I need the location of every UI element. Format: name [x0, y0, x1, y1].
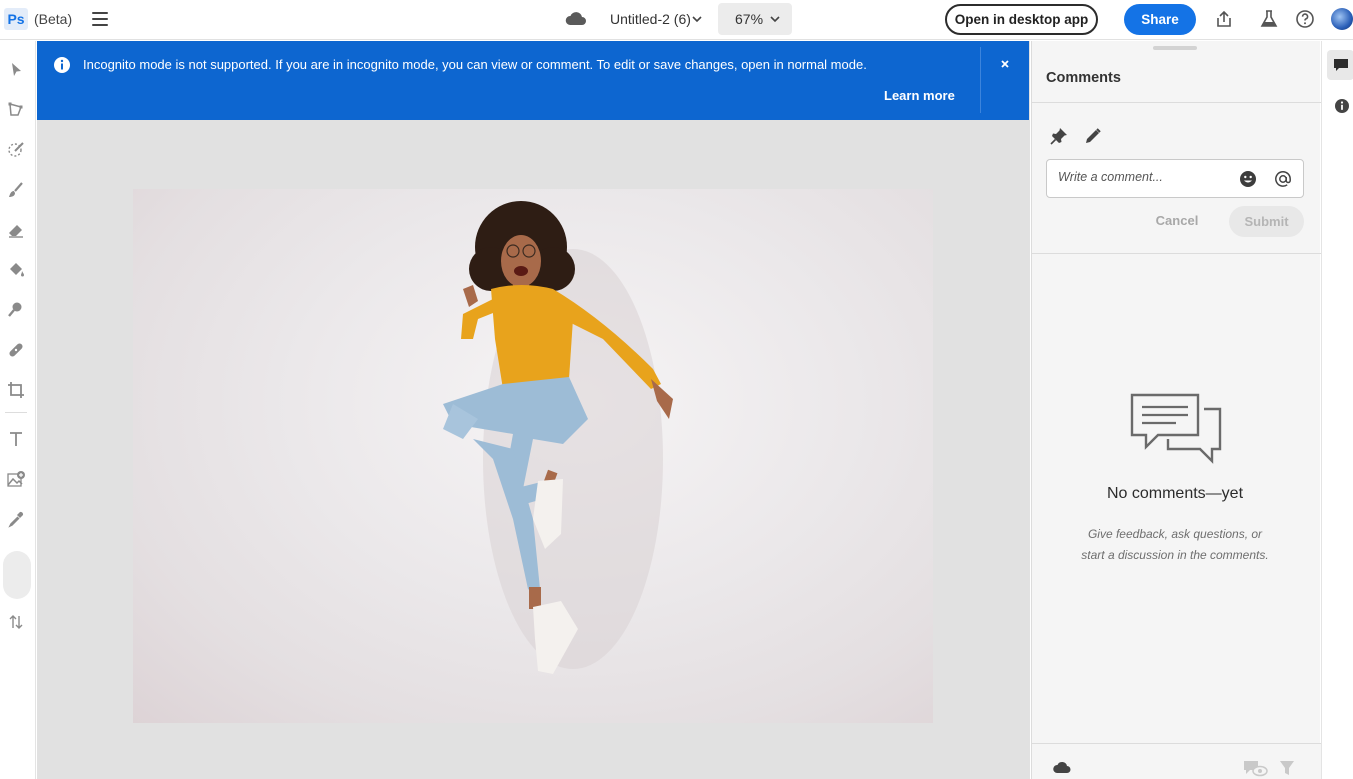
eyedropper-icon[interactable] — [6, 509, 26, 529]
hide-comments-icon[interactable] — [1242, 758, 1268, 778]
pin-icon[interactable] — [1049, 126, 1069, 146]
share-button[interactable]: Share — [1124, 4, 1196, 35]
top-bar: Ps (Beta) Untitled-2 (6) 67% Open in des… — [0, 0, 1353, 40]
beta-label: (Beta) — [34, 11, 73, 27]
submit-button[interactable]: Submit — [1229, 206, 1304, 237]
chevron-down-icon[interactable] — [690, 12, 704, 26]
crop-icon[interactable] — [6, 380, 26, 400]
eraser-icon[interactable] — [6, 220, 26, 240]
cloud-icon[interactable] — [1052, 760, 1072, 774]
learn-more-link[interactable]: Learn more — [884, 88, 955, 103]
empty-state-description: Give feedback, ask questions, or start a… — [1081, 527, 1269, 562]
paint-bucket-icon[interactable] — [6, 260, 26, 280]
comments-tab[interactable] — [1327, 50, 1353, 80]
emoji-icon[interactable] — [1239, 170, 1257, 188]
cloud-icon[interactable] — [564, 9, 588, 29]
panel-title: Comments — [1046, 70, 1121, 86]
export-icon[interactable] — [1214, 9, 1234, 29]
mention-icon[interactable] — [1273, 169, 1293, 189]
left-toolbar — [0, 41, 36, 779]
info-icon — [54, 57, 70, 73]
comments-empty-icon — [1130, 393, 1222, 464]
panel-footer — [1032, 743, 1321, 779]
healing-icon[interactable] — [6, 340, 26, 360]
cancel-button[interactable]: Cancel — [1143, 206, 1211, 236]
zoom-value: 67% — [735, 11, 764, 27]
chevron-down-icon — [770, 16, 780, 23]
divider — [1032, 253, 1321, 254]
open-desktop-button[interactable]: Open in desktop app — [945, 4, 1098, 35]
lasso-icon[interactable] — [6, 100, 26, 120]
banner-message: Incognito mode is not supported. If you … — [83, 57, 867, 72]
incognito-banner: Incognito mode is not supported. If you … — [37, 41, 1029, 120]
clone-stamp-icon[interactable] — [6, 300, 26, 320]
comments-panel: Comments Cancel Submit No comments—yet G… — [1031, 41, 1321, 779]
color-swatch[interactable] — [3, 551, 31, 599]
comment-icon — [1334, 59, 1348, 71]
info-icon[interactable] — [1334, 98, 1350, 114]
document-title[interactable]: Untitled-2 (6) — [610, 11, 691, 27]
photoshop-logo[interactable]: Ps — [4, 8, 28, 30]
avatar[interactable] — [1331, 8, 1353, 30]
comment-field[interactable] — [1046, 159, 1304, 198]
canvas-area[interactable]: Incognito mode is not supported. If you … — [37, 41, 1030, 779]
quick-select-icon[interactable] — [6, 140, 26, 160]
empty-state-title: No comments—yet — [1106, 485, 1244, 502]
swap-colors-icon[interactable] — [6, 612, 26, 632]
document-image[interactable] — [133, 189, 933, 723]
toolbar-divider — [5, 412, 27, 413]
banner-divider — [980, 47, 981, 113]
add-image-icon[interactable] — [6, 469, 26, 489]
panel-drag-handle[interactable] — [1153, 46, 1197, 50]
zoom-dropdown[interactable]: 67% — [718, 3, 792, 35]
type-icon[interactable] — [6, 429, 26, 449]
help-icon[interactable] — [1295, 9, 1315, 29]
jumping-woman-photo — [443, 201, 673, 674]
close-icon[interactable] — [999, 58, 1011, 70]
select-icon[interactable] — [6, 60, 26, 80]
right-rail — [1321, 41, 1353, 779]
filter-icon[interactable] — [1279, 759, 1295, 777]
labs-icon[interactable] — [1259, 9, 1279, 29]
divider — [1032, 102, 1321, 103]
menu-icon[interactable] — [92, 12, 108, 26]
brush-icon[interactable] — [6, 180, 26, 200]
comment-input[interactable] — [1058, 170, 1228, 184]
pencil-icon[interactable] — [1083, 126, 1103, 146]
